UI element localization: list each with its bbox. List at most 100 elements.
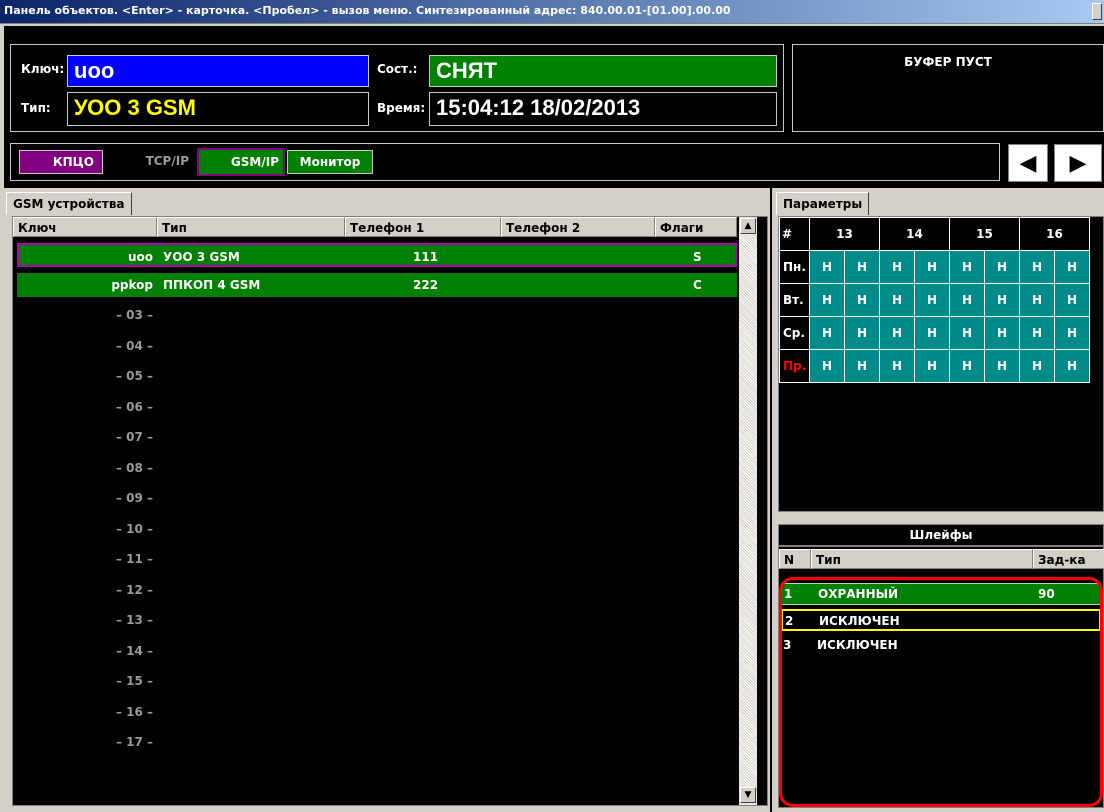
schedule-cell[interactable]: Н [1019,283,1055,317]
empty-row[interactable]: – 11 – [13,547,153,571]
schedule-hash: # [779,217,810,251]
schedule-col: 16 [1019,217,1090,251]
empty-row[interactable]: – 15 – [13,669,153,693]
schedule-cell[interactable]: Н [844,283,880,317]
prev-button[interactable]: ◀ [1008,144,1048,182]
schedule-table: # 13 14 15 16 Пн. Н Н Н Н Н Н Н Н Вт. Н Н Н Н Н Н Н Н Ср. Н… [779,217,1090,383]
schedule-cell[interactable]: Н [879,283,915,317]
schedule-cell[interactable]: Н [809,349,845,383]
row-phone1: 222 [413,278,439,292]
key-field[interactable]: uoo [67,55,369,87]
empty-row[interactable]: – 08 – [13,456,153,480]
devices-panel: GSM устройства Ключ Тип Телефон 1 Телефо… [4,188,770,812]
window-title-bar: Панель объектов. <Enter> - карточка. <Пр… [0,0,1104,24]
row-flags: S [693,250,702,264]
schedule-cell[interactable]: Н [809,316,845,350]
schedule-cell[interactable]: Н [949,316,985,350]
schedule-cell[interactable]: Н [914,283,950,317]
tab-params[interactable]: Параметры [776,192,870,215]
key-label: Ключ: [21,62,65,76]
col-type[interactable]: Тип [157,217,345,237]
table-row[interactable]: ppkop ППКОП 4 GSM 222 C [17,273,737,297]
schedule-cell[interactable]: Н [984,250,1020,284]
schedule-cell[interactable]: Н [984,316,1020,350]
schedule-cell[interactable]: Н [879,349,915,383]
schedule-cell[interactable]: Н [1054,283,1090,317]
col-phone1[interactable]: Телефон 1 [345,217,501,237]
empty-row[interactable]: – 16 – [13,700,153,724]
loops-table: N Тип Зад-ка 1 ОХРАННЫЙ 90 2 ИСКЛЮЧЕН 3 ИСКЛЮЧ… [778,546,1104,808]
empty-row[interactable]: – 06 – [13,395,153,419]
kpco-button[interactable]: КПЦО [19,150,103,174]
table-row[interactable]: uoo УОО 3 GSM 111 S [17,243,737,267]
empty-row[interactable]: – 09 – [13,486,153,510]
schedule-row-label: Вт. [779,283,810,317]
empty-row[interactable]: – 17 – [13,730,153,754]
schedule-cell[interactable]: Н [844,316,880,350]
tab-gsm-devices[interactable]: GSM устройства [6,192,132,215]
schedule-cell[interactable]: Н [1054,250,1090,284]
schedule-cell[interactable]: Н [844,349,880,383]
col-n[interactable]: N [779,549,811,569]
row-key: uoo [127,250,153,264]
col-loop-type[interactable]: Тип [811,549,1033,569]
empty-row[interactable]: – 05 – [13,364,153,388]
arrow-left-icon: ◀ [1019,150,1037,176]
devices-table: Ключ Тип Телефон 1 Телефон 2 Флаги uoo У… [12,216,768,806]
window-control-button[interactable] [1092,3,1102,20]
devices-scrollbar[interactable] [739,217,757,805]
empty-row[interactable]: – 03 – [13,303,153,327]
type-field[interactable]: УОО 3 GSM [67,92,369,126]
next-button[interactable]: ▶ [1054,144,1102,182]
row-key: ppkop [111,278,153,292]
state-field: СНЯТ [429,55,777,87]
schedule-cell[interactable]: Н [914,316,950,350]
schedule-cell[interactable]: Н [914,250,950,284]
schedule-cell[interactable]: Н [949,283,985,317]
row-flags: C [693,278,702,292]
col-delay[interactable]: Зад-ка [1033,549,1104,569]
empty-row[interactable]: – 14 – [13,639,153,663]
scroll-down-button[interactable]: ▼ [740,787,756,803]
col-key[interactable]: Ключ [13,217,157,237]
schedule-cell[interactable]: Н [984,283,1020,317]
col-phone2[interactable]: Телефон 2 [501,217,655,237]
schedule-cell[interactable]: Н [914,349,950,383]
scroll-up-button[interactable]: ▲ [740,218,756,234]
schedule-cell[interactable]: Н [1019,349,1055,383]
schedule-cell[interactable]: Н [1054,316,1090,350]
empty-row[interactable]: – 07 – [13,425,153,449]
row-type: УОО 3 GSM [163,250,240,264]
schedule-cell[interactable]: Н [879,316,915,350]
col-flags[interactable]: Флаги [655,217,737,237]
tcpip-button[interactable]: TCP/IP [115,150,195,174]
schedule-cell[interactable]: Н [844,250,880,284]
schedule-cell[interactable]: Н [809,250,845,284]
schedule-cell[interactable]: Н [1019,250,1055,284]
empty-row[interactable]: – 13 – [13,608,153,632]
schedule-cell[interactable]: Н [809,283,845,317]
time-label: Время: [377,101,426,115]
type-label: Тип: [21,101,51,115]
time-field: 15:04:12 18/02/2013 [429,92,777,126]
arrow-up-icon: ▲ [744,221,752,231]
gsmip-button[interactable]: GSM/IP [197,148,285,176]
monitor-button[interactable]: Монитор [287,150,373,174]
state-label: Сост.: [377,62,418,76]
schedule-col: 13 [809,217,880,251]
schedule-row-label: Ср. [779,316,810,350]
buffer-panel: БУФЕР ПУСТ [792,44,1104,132]
empty-row[interactable]: – 04 – [13,334,153,358]
schedule-cell[interactable]: Н [949,349,985,383]
params-panel: Параметры # 13 14 15 16 Пн. Н Н Н Н Н Н Н Н Вт. Н Н… [772,188,1104,812]
schedule-cell[interactable]: Н [879,250,915,284]
schedule-cell[interactable]: Н [984,349,1020,383]
schedule-cell[interactable]: Н [1054,349,1090,383]
empty-row[interactable]: – 12 – [13,578,153,602]
empty-row[interactable]: – 10 – [13,517,153,541]
object-info-panel: Ключ: uoo Тип: УОО 3 GSM Сост.: СНЯТ Вре… [10,44,784,132]
schedule-cell[interactable]: Н [949,250,985,284]
row-phone1: 111 [413,250,439,264]
schedule-cell[interactable]: Н [1019,316,1055,350]
row-type: ППКОП 4 GSM [163,278,261,292]
